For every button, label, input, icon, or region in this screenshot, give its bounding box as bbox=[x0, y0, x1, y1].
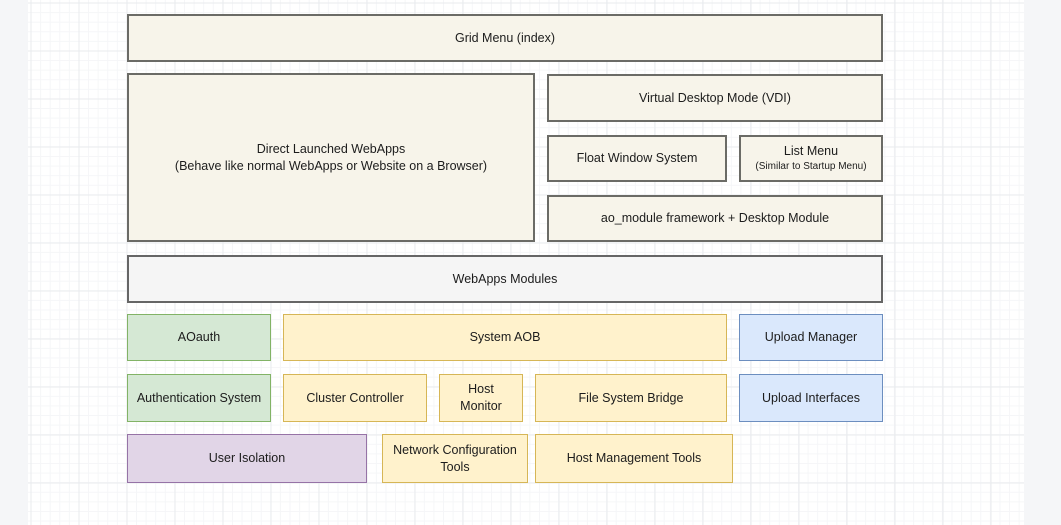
shape-network-configuration-tools[interactable]: Network Configuration Tools bbox=[382, 434, 528, 483]
shape-authentication-system[interactable]: Authentication System bbox=[127, 374, 271, 422]
shape-virtual-desktop-mode[interactable]: Virtual Desktop Mode (VDI) bbox=[547, 74, 883, 122]
shape-virtual-desktop-mode-label: Virtual Desktop Mode (VDI) bbox=[639, 90, 791, 107]
shape-host-management-tools[interactable]: Host Management Tools bbox=[535, 434, 733, 483]
shape-upload-interfaces[interactable]: Upload Interfaces bbox=[739, 374, 883, 422]
shape-host-management-tools-label: Host Management Tools bbox=[567, 450, 702, 467]
shape-float-window-system-label: Float Window System bbox=[577, 150, 698, 167]
shape-cluster-controller-label: Cluster Controller bbox=[306, 390, 403, 407]
shape-ao-module-framework-label: ao_module framework + Desktop Module bbox=[601, 210, 829, 227]
shape-upload-manager-label: Upload Manager bbox=[765, 329, 857, 346]
shape-webapps-modules-label: WebApps Modules bbox=[453, 271, 558, 288]
shape-direct-launched-webapps-sublabel: (Behave like normal WebApps or Website o… bbox=[175, 158, 487, 175]
shape-aoauth-label: AOauth bbox=[178, 329, 220, 346]
diagram-viewport: Grid Menu (index) Direct Launched WebApp… bbox=[0, 0, 1061, 525]
diagram-canvas[interactable]: Grid Menu (index) Direct Launched WebApp… bbox=[28, 0, 1024, 525]
shape-list-menu[interactable]: List Menu (Similar to Startup Menu) bbox=[739, 135, 883, 182]
shape-system-aob-label: System AOB bbox=[470, 329, 541, 346]
shape-file-system-bridge[interactable]: File System Bridge bbox=[535, 374, 727, 422]
shape-direct-launched-webapps[interactable]: Direct Launched WebApps (Behave like nor… bbox=[127, 73, 535, 242]
shape-user-isolation[interactable]: User Isolation bbox=[127, 434, 367, 483]
shape-host-monitor-label: Host Monitor bbox=[446, 381, 516, 415]
shape-authentication-system-label: Authentication System bbox=[137, 390, 261, 407]
shape-cluster-controller[interactable]: Cluster Controller bbox=[283, 374, 427, 422]
shape-grid-menu[interactable]: Grid Menu (index) bbox=[127, 14, 883, 62]
shape-list-menu-sublabel: (Similar to Startup Menu) bbox=[755, 160, 866, 174]
shape-webapps-modules[interactable]: WebApps Modules bbox=[127, 255, 883, 303]
shape-file-system-bridge-label: File System Bridge bbox=[579, 390, 684, 407]
shape-upload-interfaces-label: Upload Interfaces bbox=[762, 390, 860, 407]
shape-upload-manager[interactable]: Upload Manager bbox=[739, 314, 883, 361]
shape-system-aob[interactable]: System AOB bbox=[283, 314, 727, 361]
shape-user-isolation-label: User Isolation bbox=[209, 450, 285, 467]
shape-network-configuration-tools-label: Network Configuration Tools bbox=[389, 442, 521, 476]
shape-direct-launched-webapps-label: Direct Launched WebApps bbox=[257, 141, 405, 158]
shape-ao-module-framework[interactable]: ao_module framework + Desktop Module bbox=[547, 195, 883, 242]
shape-grid-menu-label: Grid Menu (index) bbox=[455, 30, 555, 47]
shape-host-monitor[interactable]: Host Monitor bbox=[439, 374, 523, 422]
shape-float-window-system[interactable]: Float Window System bbox=[547, 135, 727, 182]
shape-list-menu-label: List Menu bbox=[784, 143, 838, 160]
shape-aoauth[interactable]: AOauth bbox=[127, 314, 271, 361]
